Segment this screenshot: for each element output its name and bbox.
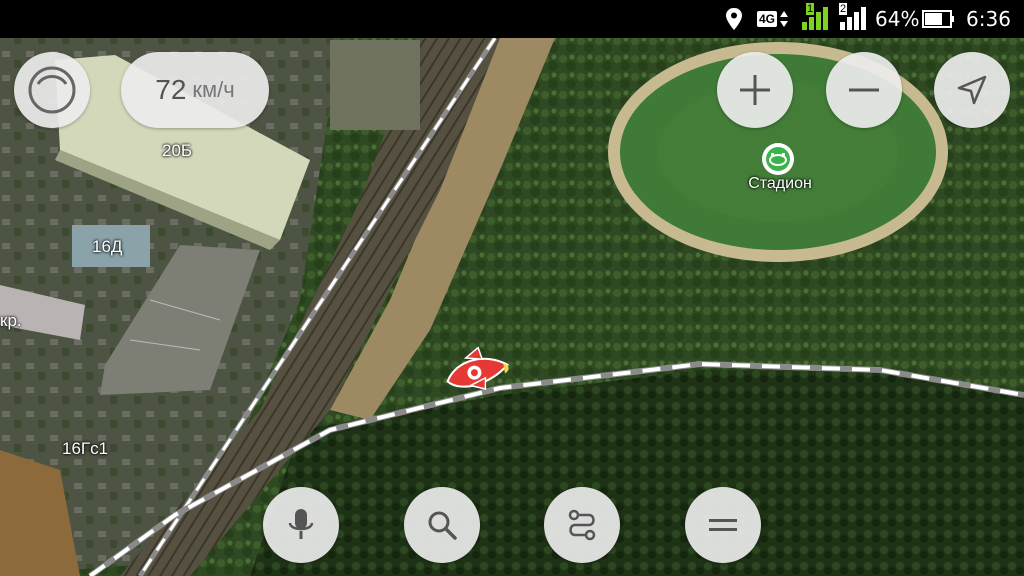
sim2-signal-icon: 2 bbox=[838, 0, 868, 38]
route-icon bbox=[568, 509, 596, 541]
routes-button[interactable] bbox=[544, 487, 620, 563]
compass-button[interactable] bbox=[14, 52, 90, 128]
speed-value: 72 bbox=[155, 74, 187, 105]
minus-icon bbox=[849, 88, 879, 92]
zoom-in-button[interactable] bbox=[717, 52, 793, 128]
poi-label[interactable]: Стадион bbox=[732, 175, 828, 193]
building-label: 20Б bbox=[162, 141, 193, 160]
compass-icon bbox=[28, 66, 76, 114]
plus-icon bbox=[740, 75, 770, 105]
building-label: 16Д bbox=[92, 237, 123, 256]
building-label: 16Гс1 bbox=[62, 439, 109, 458]
network-type-icon: 4G bbox=[757, 0, 789, 38]
location-icon bbox=[724, 0, 744, 38]
microphone-icon bbox=[288, 509, 314, 539]
battery-icon bbox=[922, 0, 956, 38]
status-bar: 4G 1 2 64% 6:36 bbox=[0, 0, 1024, 38]
building-label: кр. bbox=[0, 311, 22, 330]
zoom-out-button[interactable] bbox=[826, 52, 902, 128]
speedometer: 72 км/ч bbox=[121, 52, 269, 128]
speed-unit: км/ч bbox=[192, 77, 235, 102]
search-icon bbox=[428, 511, 457, 540]
stadium-icon[interactable] bbox=[762, 143, 794, 175]
battery-percent: 64% bbox=[875, 7, 920, 31]
sim1-signal-icon: 1 bbox=[800, 0, 830, 38]
navigation-arrow-icon bbox=[957, 75, 987, 105]
locate-me-button[interactable] bbox=[934, 52, 1010, 128]
menu-button[interactable] bbox=[685, 487, 761, 563]
voice-search-button[interactable] bbox=[263, 487, 339, 563]
clock: 6:36 bbox=[966, 7, 1011, 31]
search-button[interactable] bbox=[404, 487, 480, 563]
menu-icon bbox=[709, 519, 737, 531]
